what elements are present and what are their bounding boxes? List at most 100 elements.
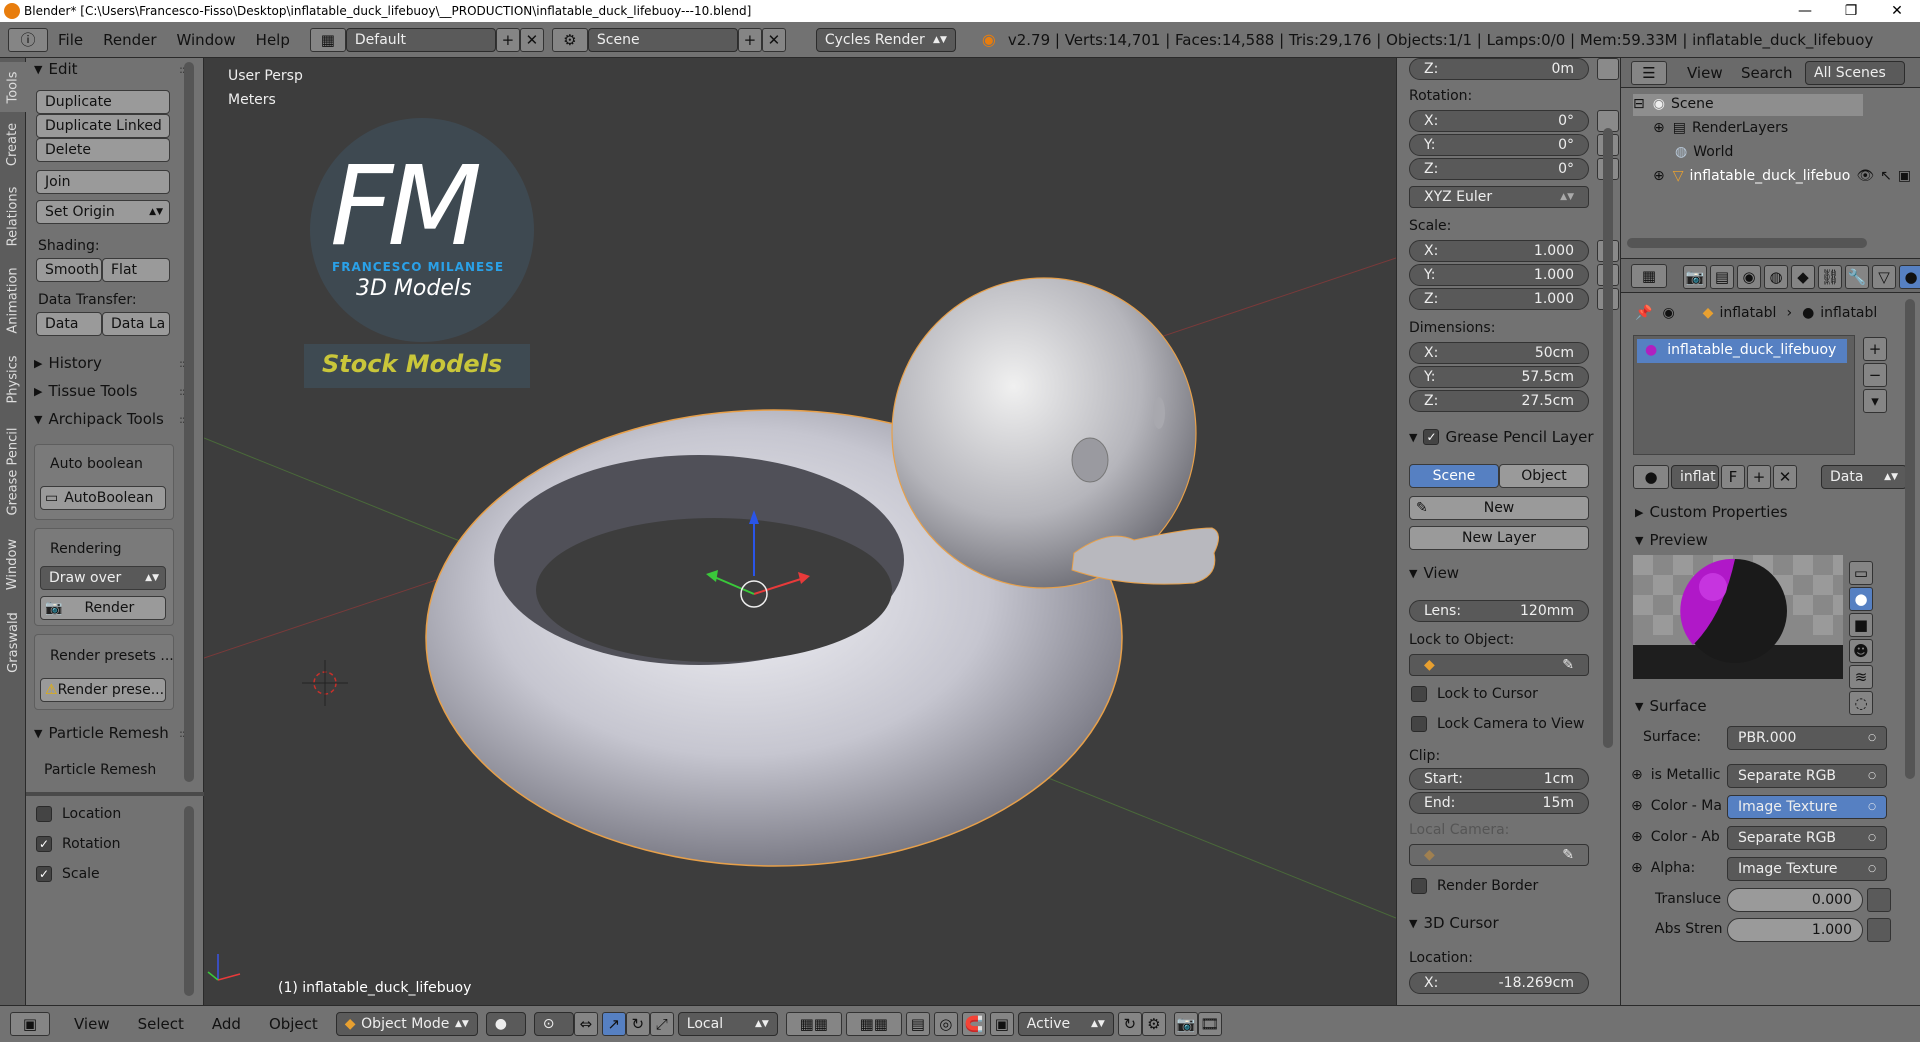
render-button[interactable]: 📷 Render xyxy=(40,596,166,620)
outliner-scope-dropdown[interactable]: All Scenes xyxy=(1805,61,1905,85)
add-layout-icon[interactable]: + xyxy=(495,27,520,52)
add-scene-icon[interactable]: + xyxy=(737,27,762,52)
cursor-x-field[interactable]: X: -18.269cm xyxy=(1409,972,1589,994)
preview-sphere-icon[interactable]: ● xyxy=(1849,587,1873,611)
material-tab-icon[interactable]: ● xyxy=(1899,265,1920,289)
archipack-panel-header[interactable]: ▼Archipack Tools:::: xyxy=(34,408,194,430)
preview-sky-icon[interactable]: ◌ xyxy=(1849,691,1873,715)
tab-create[interactable]: Create xyxy=(0,114,26,174)
snap-settings-icon[interactable]: ⚙ xyxy=(1141,1012,1166,1036)
manipulator-toggle-icon[interactable]: ⇔ xyxy=(573,1012,598,1036)
toolshelf-scrollbar[interactable] xyxy=(184,62,194,782)
maximize-button[interactable]: ❐ xyxy=(1828,0,1874,22)
material-browse-icon[interactable]: ● xyxy=(1633,465,1669,489)
location-checkbox[interactable] xyxy=(36,806,52,822)
input-metallic-link[interactable]: Separate RGB ○ xyxy=(1727,764,1887,788)
rotate-manipulator-icon[interactable]: ↻ xyxy=(625,1012,650,1036)
editor-type-info-icon[interactable]: ⓘ xyxy=(8,27,48,52)
screen-layout-icon[interactable]: ▦ xyxy=(309,27,346,52)
render-presets-button[interactable]: ⚠ Render prese... xyxy=(40,678,166,702)
menu-window[interactable]: Window xyxy=(167,31,246,49)
rotation-x-field[interactable]: X: 0° xyxy=(1409,110,1589,132)
menu-file[interactable]: File xyxy=(48,31,93,49)
render-camera-icon[interactable]: ▣ xyxy=(1898,168,1911,184)
properties-editor-type-icon[interactable]: ▦ xyxy=(1631,264,1667,288)
dimension-z-field[interactable]: Z: 27.5cm xyxy=(1409,390,1589,412)
scene-field[interactable]: Scene xyxy=(587,27,738,52)
input-color-ab-link[interactable]: Separate RGB ○ xyxy=(1727,826,1887,850)
lock-object-field[interactable]: ◆ ✎ xyxy=(1409,654,1589,676)
render-tab-icon[interactable]: 📷 xyxy=(1683,265,1707,289)
remove-slot-icon[interactable]: − xyxy=(1863,363,1887,387)
view-panel-header[interactable]: ▼ View xyxy=(1409,564,1459,582)
dimension-y-field[interactable]: Y: 57.5cm xyxy=(1409,366,1589,388)
snap-toggle-icon[interactable]: 🧲 xyxy=(961,1012,986,1036)
preview-hair-icon[interactable]: ≋ xyxy=(1849,665,1873,689)
data-tab-icon[interactable]: ▽ xyxy=(1872,265,1896,289)
translate-manipulator-icon[interactable]: ↗ xyxy=(601,1012,626,1036)
flat-button[interactable]: Flat xyxy=(102,258,170,282)
render-opengl-icon[interactable]: 📷 xyxy=(1173,1012,1198,1036)
snap-rotation-icon[interactable]: ↻ xyxy=(1117,1012,1142,1036)
menu-add[interactable]: Add xyxy=(212,1015,241,1033)
rotation-mode-dropdown[interactable]: XYZ Euler ▲▼ xyxy=(1409,186,1589,208)
gp-new-layer-button[interactable]: New Layer xyxy=(1409,526,1589,550)
snap-target-dropdown[interactable]: Active ▲▼ xyxy=(1017,1012,1114,1036)
snap-element-icon[interactable]: ▣ xyxy=(989,1012,1014,1036)
preview-monkey-icon[interactable]: ☻ xyxy=(1849,639,1873,663)
eye-icon[interactable]: 👁 xyxy=(1856,168,1874,184)
expand-icon[interactable]: ⊟ xyxy=(1633,96,1645,112)
pin-icon[interactable]: 📌 xyxy=(1635,305,1652,321)
abs-strength-socket-icon[interactable] xyxy=(1867,918,1891,942)
preview-header[interactable]: ▼ Preview xyxy=(1635,531,1708,549)
close-button[interactable]: ✕ xyxy=(1874,0,1920,22)
layers-group-1[interactable]: ▦▦ xyxy=(785,1012,842,1036)
properties-scrollbar[interactable] xyxy=(1905,299,1915,779)
tab-physics[interactable]: Physics xyxy=(0,344,26,414)
grease-pencil-header[interactable]: ▼ ✓ Grease Pencil Layer xyxy=(1409,428,1594,446)
tab-grease-pencil[interactable]: Grease Pencil xyxy=(0,416,26,526)
menu-render[interactable]: Render xyxy=(93,31,166,49)
expand-icon[interactable]: ⊕ xyxy=(1631,798,1643,814)
fake-user-button[interactable]: F xyxy=(1721,465,1745,489)
outliner-scrollbar[interactable] xyxy=(1627,238,1867,248)
menu-view[interactable]: View xyxy=(74,1015,110,1033)
menu-select[interactable]: Select xyxy=(138,1015,184,1033)
scale-x-field[interactable]: X: 1.000 xyxy=(1409,240,1589,262)
preview-cube-icon[interactable]: ■ xyxy=(1849,613,1873,637)
eyedropper-icon[interactable]: ✎ xyxy=(1562,657,1574,673)
custom-properties-header[interactable]: ▶ Custom Properties xyxy=(1635,503,1788,521)
tab-tools[interactable]: Tools xyxy=(0,62,26,112)
outliner-editor-type-icon[interactable]: ☰ xyxy=(1631,61,1667,85)
surface-header[interactable]: ▼ Surface xyxy=(1635,697,1707,715)
lock-to-cursor-checkbox[interactable] xyxy=(1411,686,1427,702)
outliner-item-renderlayers[interactable]: ⊕ ▤ RenderLayers xyxy=(1653,120,1788,136)
add-slot-icon[interactable]: + xyxy=(1863,337,1887,361)
rotation-y-field[interactable]: Y: 0° xyxy=(1409,134,1589,156)
tab-animation[interactable]: Animation xyxy=(0,258,26,342)
outliner-item-object[interactable]: ⊕ ▽ inflatable_duck_lifebuo 👁 ↖ ▣ xyxy=(1653,168,1911,184)
smooth-button[interactable]: Smooth xyxy=(36,258,102,282)
gp-new-button[interactable]: ✎ New xyxy=(1409,496,1589,520)
lock-layers-icon[interactable]: ▤ xyxy=(905,1012,930,1036)
sidebar-scrollbar[interactable] xyxy=(1603,128,1613,748)
material-name-field[interactable]: inflat xyxy=(1671,465,1719,489)
orientation-dropdown[interactable]: Local ▲▼ xyxy=(677,1012,778,1036)
new-material-icon[interactable]: + xyxy=(1747,465,1771,489)
editor-type-3d-icon[interactable]: ▣ xyxy=(10,1012,50,1036)
slot-specials-icon[interactable]: ▾ xyxy=(1863,389,1887,413)
renderlayers-tab-icon[interactable]: ▤ xyxy=(1710,265,1734,289)
proportional-edit-icon[interactable]: ◎ xyxy=(933,1012,958,1036)
tissue-tools-panel-header[interactable]: ▶Tissue Tools:::: xyxy=(34,380,194,402)
modifiers-tab-icon[interactable]: 🔧 xyxy=(1845,265,1869,289)
outliner-view-menu[interactable]: View xyxy=(1687,64,1723,82)
input-alpha-link[interactable]: Image Texture ○ xyxy=(1727,857,1887,881)
grease-pencil-checkbox[interactable]: ✓ xyxy=(1423,429,1440,445)
outliner-search-menu[interactable]: Search xyxy=(1741,64,1793,82)
remove-layout-icon[interactable]: ✕ xyxy=(519,27,544,52)
world-tab-icon[interactable]: ◍ xyxy=(1764,265,1788,289)
unlink-material-icon[interactable]: ✕ xyxy=(1773,465,1797,489)
translucency-socket-icon[interactable] xyxy=(1867,888,1891,912)
rotation-z-field[interactable]: Z: 0° xyxy=(1409,158,1589,180)
3d-viewport[interactable]: User Persp Meters FM FRANCESCO MILANESE … xyxy=(204,58,1396,1005)
